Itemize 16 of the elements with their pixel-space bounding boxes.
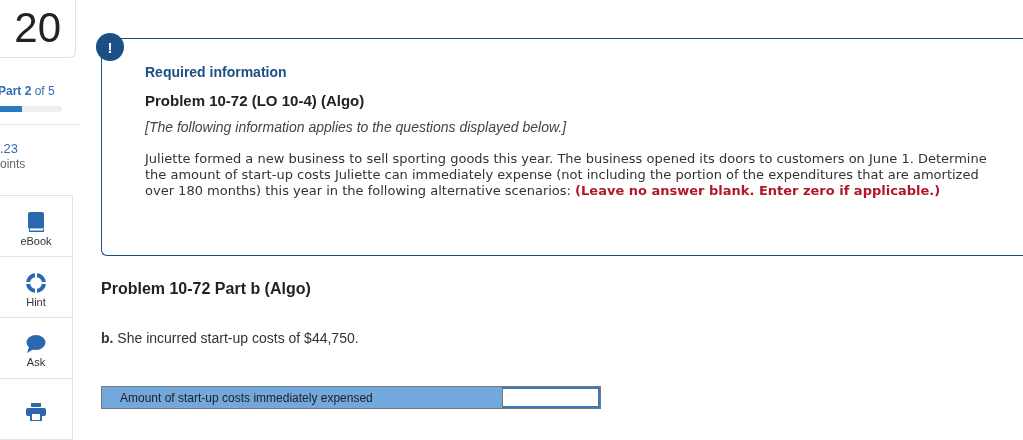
question-number: 20 xyxy=(0,0,76,58)
answer-field[interactable] xyxy=(502,387,600,408)
score-value: .23 xyxy=(0,140,20,157)
info-note: [The following information applies to the questions displayed below.] xyxy=(145,119,568,135)
lifebuoy-icon xyxy=(26,272,46,293)
score-label: oints xyxy=(0,156,27,171)
book-icon xyxy=(27,211,45,232)
table-cell: Amount of start-up costs immediately expensed xyxy=(102,387,502,408)
part-title: Problem 10-72 Part b (Algo) xyxy=(101,280,312,298)
problem-text: Juliette formed a new business to sell sporting goods this year. The business opened its doors to customers on June 1. Determine the amount of start-up costs Juliette can immediately expense (not including the portion of the expenditures that are amortized over 180 months) this year in the following alternative scenarios: (Leave no answer blank. Enter zero if applicable.) xyxy=(145,151,988,199)
info-title: Required information xyxy=(145,64,288,80)
printer-icon xyxy=(26,403,46,421)
problem-title: Problem 10-72 (LO 10-4) (Algo) xyxy=(145,92,366,109)
alert-badge: ! xyxy=(96,33,124,61)
speech-bubble-icon xyxy=(26,334,46,353)
question-text: b. She incurred start-up costs of $44,750. xyxy=(101,330,360,346)
